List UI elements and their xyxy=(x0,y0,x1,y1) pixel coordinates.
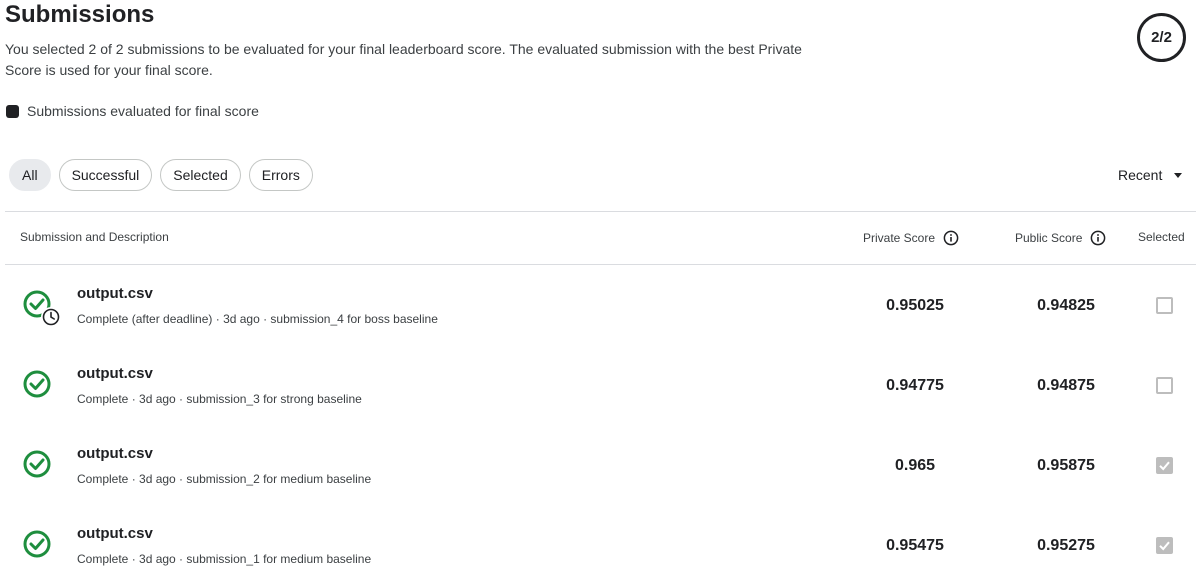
filter-chip-successful[interactable]: Successful xyxy=(58,159,153,191)
submission-description: Complete · 3d ago · submission_2 for med… xyxy=(77,472,372,486)
page-subtitle: You selected 2 of 2 submissions to be ev… xyxy=(5,41,802,78)
public-score: 0.95875 xyxy=(1037,457,1095,474)
table-row: output.csv Complete · 3d ago · submissio… xyxy=(0,425,1196,505)
checkmark-icon xyxy=(1159,541,1170,551)
filter-chip-selected[interactable]: Selected xyxy=(160,159,241,191)
legend-label: Submissions evaluated for final score xyxy=(27,103,259,119)
filter-chip-all[interactable]: All xyxy=(9,159,51,191)
public-score: 0.94825 xyxy=(1037,297,1095,314)
filter-chips: All Successful Selected Errors xyxy=(9,159,313,191)
file-name-link[interactable]: output.csv xyxy=(77,285,153,302)
private-score: 0.95025 xyxy=(886,297,944,314)
selection-counter: 2/2 xyxy=(1137,13,1186,62)
legend-swatch xyxy=(6,104,19,118)
sort-dropdown[interactable]: Recent xyxy=(1118,167,1183,183)
public-score: 0.95275 xyxy=(1037,537,1095,554)
checkmark-icon xyxy=(1159,461,1170,471)
page-title: Submissions xyxy=(5,1,155,28)
column-header-submission-label: Submission and Description xyxy=(20,230,169,244)
info-icon[interactable] xyxy=(943,230,959,246)
check-circle-icon xyxy=(22,528,56,562)
divider xyxy=(5,211,1196,212)
column-header-private-label: Private Score xyxy=(863,231,936,245)
column-header-public-score: Public Score xyxy=(1015,230,1106,246)
private-score: 0.965 xyxy=(894,457,936,474)
column-header-selected-label: Selected xyxy=(1138,230,1185,244)
info-icon[interactable] xyxy=(1090,230,1106,246)
column-header-private-score: Private Score xyxy=(863,230,959,246)
private-score: 0.94775 xyxy=(886,377,944,394)
public-score: 0.94875 xyxy=(1037,377,1095,394)
private-score: 0.95475 xyxy=(886,537,944,554)
caret-down-icon xyxy=(1174,172,1183,178)
table-row: output.csv Complete · 3d ago · submissio… xyxy=(0,345,1196,425)
file-name-link[interactable]: output.csv xyxy=(77,525,153,542)
clock-icon xyxy=(40,306,62,333)
file-name-link[interactable]: output.csv xyxy=(77,365,153,382)
table-row: output.csv Complete · 3d ago · submissio… xyxy=(0,505,1196,585)
select-checkbox[interactable] xyxy=(1156,537,1173,554)
sort-label: Recent xyxy=(1118,167,1163,183)
select-checkbox[interactable] xyxy=(1156,457,1173,474)
legend: Submissions evaluated for final score xyxy=(6,103,259,119)
submission-description: Complete (after deadline) · 3d ago · sub… xyxy=(77,312,438,326)
check-circle-icon xyxy=(22,448,56,482)
table-row: output.csv Complete (after deadline) · 3… xyxy=(0,265,1196,345)
column-header-public-label: Public Score xyxy=(1015,231,1083,245)
file-name-link[interactable]: output.csv xyxy=(77,445,153,462)
filter-chip-errors[interactable]: Errors xyxy=(248,159,313,191)
select-checkbox[interactable] xyxy=(1156,377,1173,394)
submission-description: Complete · 3d ago · submission_3 for str… xyxy=(77,392,362,406)
column-header-submission: Submission and Description xyxy=(20,230,169,244)
check-circle-icon xyxy=(22,368,56,402)
submission-description: Complete · 3d ago · submission_1 for med… xyxy=(77,552,372,566)
column-header-selected: Selected xyxy=(1138,230,1185,244)
select-checkbox[interactable] xyxy=(1156,297,1173,314)
